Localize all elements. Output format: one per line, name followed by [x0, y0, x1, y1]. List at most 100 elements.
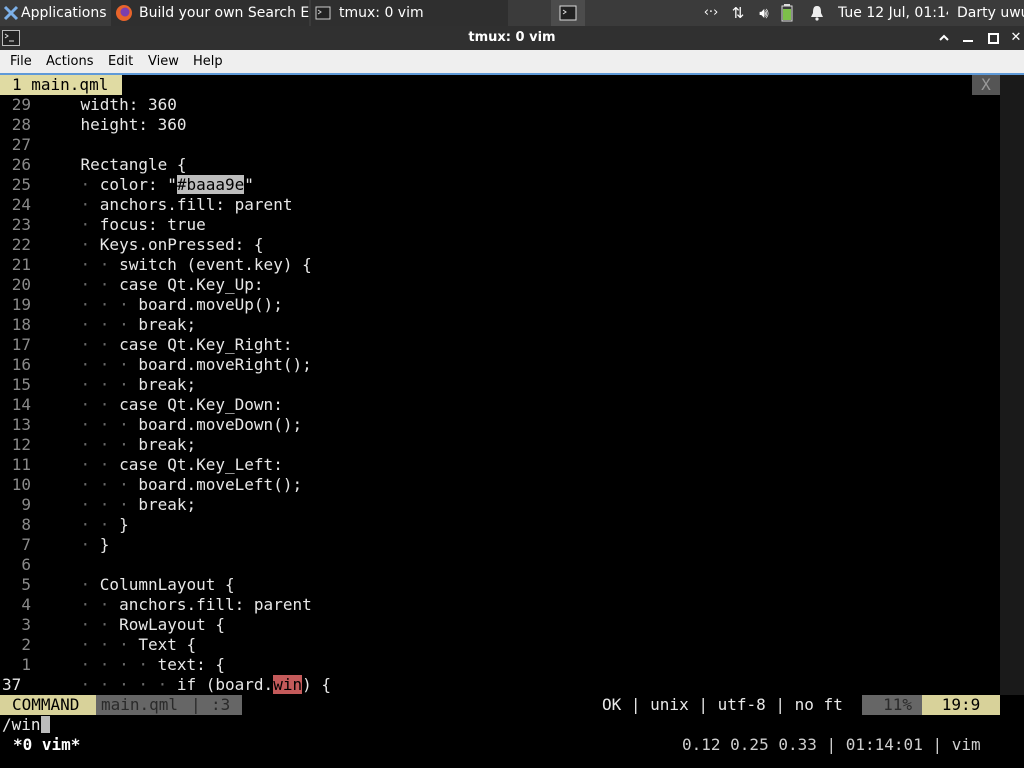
code-line[interactable]: 29 width: 360	[0, 95, 1000, 115]
tab-close-button[interactable]: X	[972, 75, 1000, 95]
line-number: 24	[11, 195, 31, 214]
line-number: 11	[11, 455, 31, 474]
line-number: 37	[2, 675, 22, 694]
code-line[interactable]: 1 · · · · text: {	[0, 655, 1000, 675]
line-number: 21	[11, 255, 31, 274]
code-content: board.moveUp();	[138, 295, 283, 314]
applications-menu[interactable]: Applications☰	[0, 0, 108, 26]
battery-icon[interactable]	[781, 0, 799, 26]
menu-edit[interactable]: Edit	[108, 50, 133, 73]
line-number: 10	[11, 475, 31, 494]
code-line[interactable]: 27	[0, 135, 1000, 155]
code-line[interactable]: 21 · · switch (event.key) {	[0, 255, 1000, 275]
line-number: 17	[11, 335, 31, 354]
tmux-window[interactable]: *0 vim*	[13, 735, 80, 755]
code-text: · · case Qt.Key_Down:	[42, 395, 283, 415]
window-titlebar[interactable]: tmux: 0 vim ✕	[0, 26, 1024, 50]
indent-guides: · ·	[42, 335, 120, 354]
code-content: color: "	[99, 175, 177, 194]
code-line[interactable]: 24 · anchors.fill: parent	[0, 195, 1000, 215]
line-number: 22	[11, 235, 31, 254]
menu-view[interactable]: View	[148, 50, 179, 73]
code-text: · · RowLayout {	[42, 615, 226, 635]
code-content: case Qt.Key_Left:	[119, 455, 283, 474]
chevron-up-icon	[939, 34, 949, 41]
code-text: · focus: true	[42, 215, 206, 235]
network-icon[interactable]: ‹·›	[700, 0, 722, 26]
indent-guides: · · ·	[42, 415, 139, 434]
code-line[interactable]: 12 · · · break;	[0, 435, 1000, 455]
code-content: case Qt.Key_Up:	[119, 275, 264, 294]
close-icon[interactable]: ✕	[1008, 26, 1024, 50]
menu-actions[interactable]: Actions	[46, 50, 94, 73]
clock[interactable]: Tue 12 Jul, 01:14	[838, 0, 948, 26]
vim-tab[interactable]: 1 main.qml	[0, 75, 122, 95]
indent-guides: ·	[42, 175, 100, 194]
status-pane: :3	[211, 695, 231, 714]
code-line[interactable]: 13 · · · board.moveDown();	[0, 415, 1000, 435]
notification-bell-icon[interactable]	[806, 0, 828, 26]
code-line[interactable]: 5 · ColumnLayout {	[0, 575, 1000, 595]
indent-guides: · · ·	[42, 295, 139, 314]
code-content: if (board.	[176, 675, 274, 694]
command-line[interactable]: /win	[2, 715, 50, 735]
code-line[interactable]: 20 · · case Qt.Key_Up:	[0, 275, 1000, 295]
minimize-icon[interactable]	[960, 26, 976, 50]
minimize-button[interactable]	[936, 26, 952, 53]
code-line[interactable]: 28 height: 360	[0, 115, 1000, 135]
code-text: width: 360	[42, 95, 177, 115]
menu-help[interactable]: Help	[193, 50, 223, 73]
transfer-arrows-icon[interactable]: ⇅	[727, 0, 749, 26]
maximize-icon[interactable]	[985, 26, 1001, 50]
code-line-current[interactable]: 37 · · · · · if (board.win) {	[0, 675, 1000, 695]
code-line[interactable]: 8 · · }	[0, 515, 1000, 535]
code-line[interactable]: 16 · · · board.moveRight();	[0, 355, 1000, 375]
code-text: · · anchors.fill: parent	[42, 595, 312, 615]
code-line[interactable]: 15 · · · break;	[0, 375, 1000, 395]
code-line[interactable]: 11 · · case Qt.Key_Left:	[0, 455, 1000, 475]
line-number: 25	[11, 175, 31, 194]
code-text: · · · · · if (board.win) {	[42, 675, 331, 695]
code-line[interactable]: 17 · · case Qt.Key_Right:	[0, 335, 1000, 355]
indent-guides: · · ·	[42, 495, 139, 514]
line-number: 6	[21, 555, 31, 574]
code-line[interactable]: 25 · color: "#baaa9e"	[0, 175, 1000, 195]
code-line[interactable]: 23 · focus: true	[0, 215, 1000, 235]
user-name[interactable]: Darty uwu	[957, 0, 1024, 26]
code-text: · · case Qt.Key_Left:	[42, 455, 283, 475]
code-line[interactable]: 6	[0, 555, 1000, 575]
code-content: anchors.fill: parent	[119, 595, 312, 614]
xfce-logo-icon	[3, 5, 19, 21]
code-line[interactable]: 9 · · · break;	[0, 495, 1000, 515]
code-line[interactable]: 18 · · · break;	[0, 315, 1000, 335]
task-terminal[interactable]: tmux: 0 vim	[311, 0, 508, 26]
code-line[interactable]: 26 Rectangle {	[0, 155, 1000, 175]
code-line[interactable]: 10 · · · board.moveLeft();	[0, 475, 1000, 495]
code-content: board.moveRight();	[138, 355, 312, 374]
code-line[interactable]: 4 · · anchors.fill: parent	[0, 595, 1000, 615]
code-line[interactable]: 3 · · RowLayout {	[0, 615, 1000, 635]
code-line[interactable]: 2 · · · Text {	[0, 635, 1000, 655]
terminal-area[interactable]: 1 main.qml X 29 width: 360 28 height: 360…	[0, 75, 1024, 768]
status-file: main.qml	[101, 695, 179, 714]
menu-file[interactable]: File	[10, 50, 32, 73]
code-line[interactable]: 14 · · case Qt.Key_Down:	[0, 395, 1000, 415]
code-text: · · · board.moveDown();	[42, 415, 303, 435]
line-number: 12	[11, 435, 31, 454]
code-text: · · case Qt.Key_Up:	[42, 275, 264, 295]
code-line[interactable]: 7 · }	[0, 535, 1000, 555]
code-text: · }	[42, 535, 110, 555]
code-line[interactable]: 22 · Keys.onPressed: {	[0, 235, 1000, 255]
code-text: · · · break;	[42, 375, 197, 395]
task-label: tmux: 0 vim	[339, 5, 424, 21]
workspace-button[interactable]	[551, 0, 585, 26]
code-line[interactable]: 19 · · · board.moveUp();	[0, 295, 1000, 315]
code-content: ColumnLayout {	[99, 575, 235, 594]
task-firefox[interactable]: Build your own Search E...	[111, 0, 309, 26]
code-text: Rectangle {	[42, 155, 187, 175]
code-text: · · · Text {	[42, 635, 197, 655]
status-line: COMMAND main.qml | :3 OK | unix | utf-8 …	[0, 695, 1000, 715]
scrollbar[interactable]	[1000, 75, 1024, 695]
volume-icon[interactable]: 🔊︎	[753, 0, 775, 26]
terminal-icon	[559, 5, 577, 21]
